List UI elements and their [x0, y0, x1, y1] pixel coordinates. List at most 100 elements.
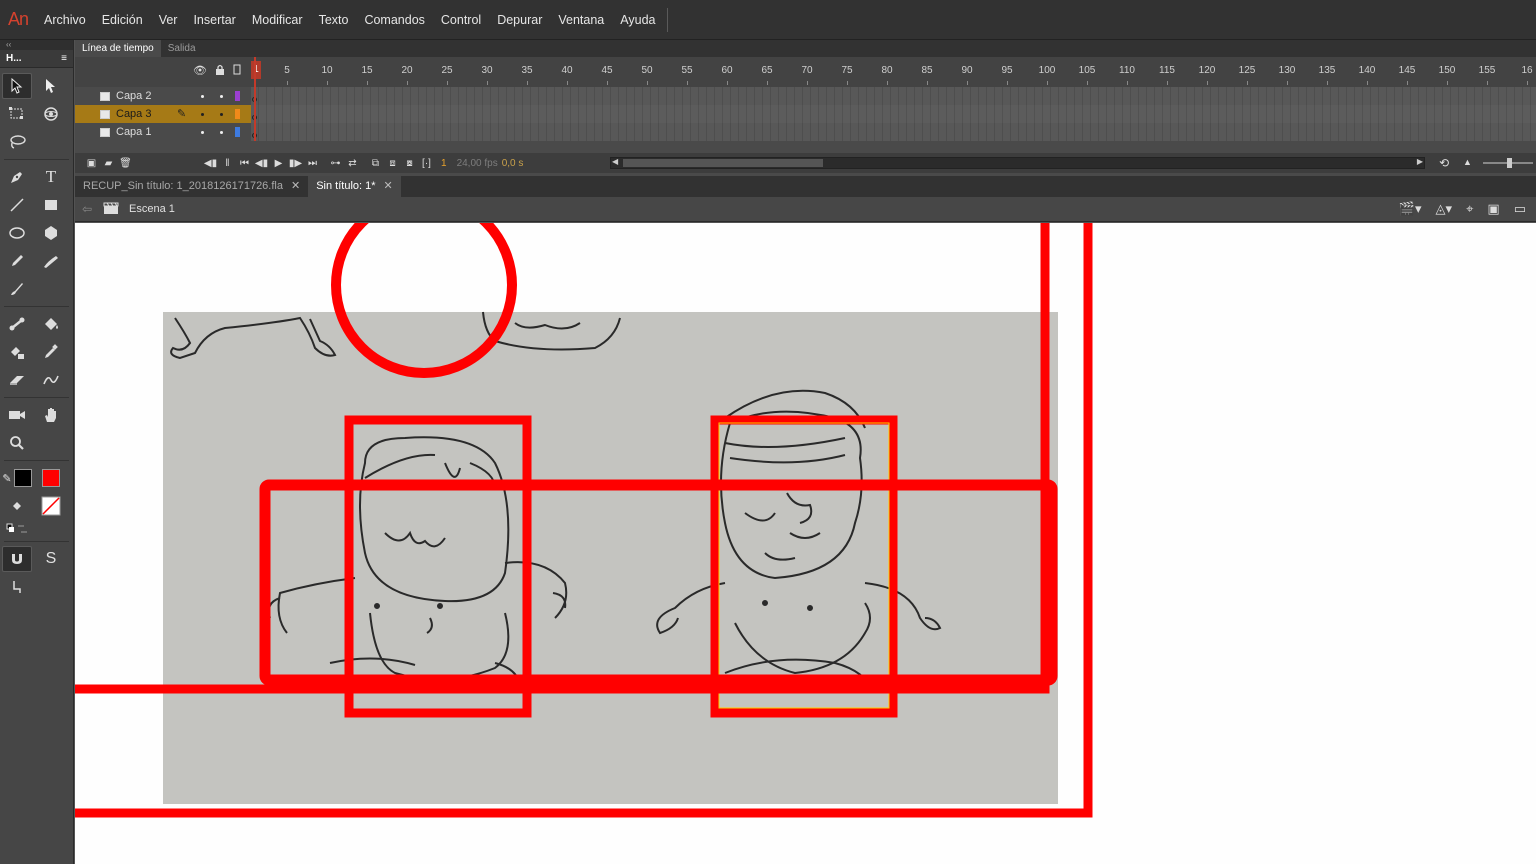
- menu-item-insertar[interactable]: Insertar: [185, 0, 243, 40]
- zoom-menu-icon[interactable]: ▭: [1514, 201, 1526, 217]
- layer-outline-color-icon[interactable]: [235, 127, 240, 137]
- pen-icon[interactable]: [0, 164, 34, 190]
- fill-bucket-small-icon[interactable]: [0, 493, 34, 519]
- edit-multiple-frames-icon[interactable]: ⧇: [401, 158, 418, 169]
- free-transform-icon[interactable]: [0, 101, 34, 127]
- brush-icon[interactable]: [34, 248, 68, 274]
- tab-timeline[interactable]: Línea de tiempo: [75, 40, 161, 57]
- 3d-rotation-icon[interactable]: [34, 101, 68, 127]
- line-icon[interactable]: [0, 192, 34, 218]
- menu-item-control[interactable]: Control: [433, 0, 489, 40]
- no-color-swatch[interactable]: [34, 493, 68, 519]
- stage-canvas[interactable]: [75, 223, 1536, 864]
- mountain-small-icon[interactable]: ▲: [1463, 157, 1472, 167]
- layer-outline-color-icon[interactable]: [235, 109, 240, 119]
- menu-item-depurar[interactable]: Depurar: [489, 0, 550, 40]
- step-forward-icon[interactable]: ▮▶: [287, 158, 304, 169]
- visibility-dot-icon[interactable]: [201, 95, 204, 98]
- modify-markers-icon[interactable]: [·]: [418, 158, 435, 169]
- bone-icon[interactable]: [0, 311, 34, 337]
- delete-layer-icon[interactable]: 🗑: [117, 158, 134, 169]
- layer-row[interactable]: Capa 1: [75, 123, 1536, 141]
- layer-outline-color-icon[interactable]: [235, 91, 240, 101]
- snap-icon[interactable]: [2, 546, 32, 572]
- layer-frames[interactable]: [251, 87, 1536, 105]
- text-icon[interactable]: T: [34, 164, 68, 190]
- zoom-slider-handle[interactable]: [1507, 158, 1512, 168]
- visibility-dot-icon[interactable]: [201, 131, 204, 134]
- doc-tab-untitled[interactable]: Sin título: 1* ✕: [308, 176, 401, 197]
- menu-item-texto[interactable]: Texto: [311, 0, 357, 40]
- collapse-panel-icon[interactable]: ‹‹: [0, 40, 73, 50]
- subselection-icon[interactable]: [34, 73, 68, 99]
- fill-color[interactable]: [42, 469, 60, 487]
- camera-icon[interactable]: [0, 402, 34, 428]
- smooth-icon[interactable]: S: [34, 546, 68, 572]
- layer-name[interactable]: Capa 1: [116, 126, 151, 138]
- center-frame-icon[interactable]: ◀▮: [202, 158, 219, 169]
- eraser-icon[interactable]: [0, 367, 34, 393]
- layer-name-area[interactable]: Capa 1: [75, 123, 251, 141]
- onion-outlines-icon[interactable]: ⧈: [384, 158, 401, 169]
- scroll-right-icon[interactable]: ▶: [1417, 157, 1423, 166]
- menu-item-archivo[interactable]: Archivo: [36, 0, 94, 40]
- center-playhead-icon[interactable]: ⊶: [327, 158, 344, 169]
- visibility-dot-icon[interactable]: [201, 113, 204, 116]
- scroll-left-icon[interactable]: ◀: [612, 157, 618, 166]
- timeline-scroll-thumb[interactable]: [623, 159, 823, 167]
- layer-name-area[interactable]: Capa 2: [75, 87, 251, 105]
- menu-item-comandos[interactable]: Comandos: [356, 0, 432, 40]
- lasso-icon[interactable]: [0, 129, 34, 155]
- zoom-slider[interactable]: [1483, 158, 1533, 168]
- menu-item-ayuda[interactable]: Ayuda: [612, 0, 663, 40]
- polystar-icon[interactable]: [34, 220, 68, 246]
- stage-artwork[interactable]: [75, 223, 1536, 864]
- menu-item-modificar[interactable]: Modificar: [244, 0, 311, 40]
- tab-output[interactable]: Salida: [161, 40, 203, 57]
- doc-tab-recup[interactable]: RECUP_Sin título: 1_2018126171726.fla ✕: [75, 176, 308, 197]
- clip-content-icon[interactable]: ▣: [1487, 201, 1499, 217]
- refresh-icon[interactable]: ⟲: [1439, 156, 1449, 170]
- stroke-color[interactable]: [13, 469, 32, 487]
- lock-dot-icon[interactable]: [220, 131, 223, 134]
- loop-icon[interactable]: ‖: [219, 158, 236, 169]
- timeline-scrollbar[interactable]: ◀ ▶: [610, 157, 1425, 169]
- hand-icon[interactable]: [34, 402, 68, 428]
- straighten-icon[interactable]: [0, 574, 34, 600]
- oval-icon[interactable]: [0, 220, 34, 246]
- new-folder-icon[interactable]: ▰: [100, 158, 117, 169]
- width-icon[interactable]: [34, 367, 68, 393]
- current-frame-display[interactable]: 1: [441, 158, 447, 169]
- go-first-frame-icon[interactable]: ⏮: [236, 158, 253, 169]
- step-back-icon[interactable]: ◀▮: [253, 158, 270, 169]
- outline-icon[interactable]: [233, 64, 241, 78]
- menu-item-ventana[interactable]: Ventana: [550, 0, 612, 40]
- eye-icon[interactable]: 👁: [193, 64, 207, 78]
- rectangle-icon[interactable]: [34, 192, 68, 218]
- edit-scene-icon[interactable]: 🎬▾: [1399, 201, 1422, 217]
- fill-color-swatch[interactable]: [34, 465, 68, 491]
- zoom-icon[interactable]: [0, 430, 34, 456]
- play-icon[interactable]: ▶: [270, 158, 287, 169]
- close-icon[interactable]: ✕: [384, 176, 393, 197]
- eyedropper-icon[interactable]: [34, 339, 68, 365]
- playhead-marker[interactable]: 1: [251, 61, 261, 79]
- layer-name[interactable]: Capa 3: [116, 108, 151, 120]
- layer-name-area[interactable]: Capa 3 ✎: [75, 105, 251, 123]
- edit-symbols-icon[interactable]: ◬▾: [1436, 201, 1453, 217]
- scene-name[interactable]: Escena 1: [129, 203, 175, 215]
- onion-skin-icon[interactable]: ⧉: [367, 158, 384, 169]
- fps-display[interactable]: 24,00 fps: [457, 158, 498, 169]
- menu-item-edicion[interactable]: Edición: [94, 0, 151, 40]
- lock-icon[interactable]: [215, 64, 225, 78]
- layer-row[interactable]: Capa 3 ✎: [75, 105, 1536, 123]
- layer-frames[interactable]: [251, 123, 1536, 141]
- paint-brush-icon[interactable]: [0, 276, 34, 302]
- lock-dot-icon[interactable]: [220, 95, 223, 98]
- loop-playback-icon[interactable]: ⇄: [344, 158, 361, 169]
- stroke-color-swatch[interactable]: ✎: [0, 465, 34, 491]
- swap-colors-icon[interactable]: [0, 521, 34, 537]
- panel-menu-icon[interactable]: ≡: [61, 53, 67, 64]
- close-icon[interactable]: ✕: [291, 176, 300, 197]
- selection-icon[interactable]: [2, 73, 32, 99]
